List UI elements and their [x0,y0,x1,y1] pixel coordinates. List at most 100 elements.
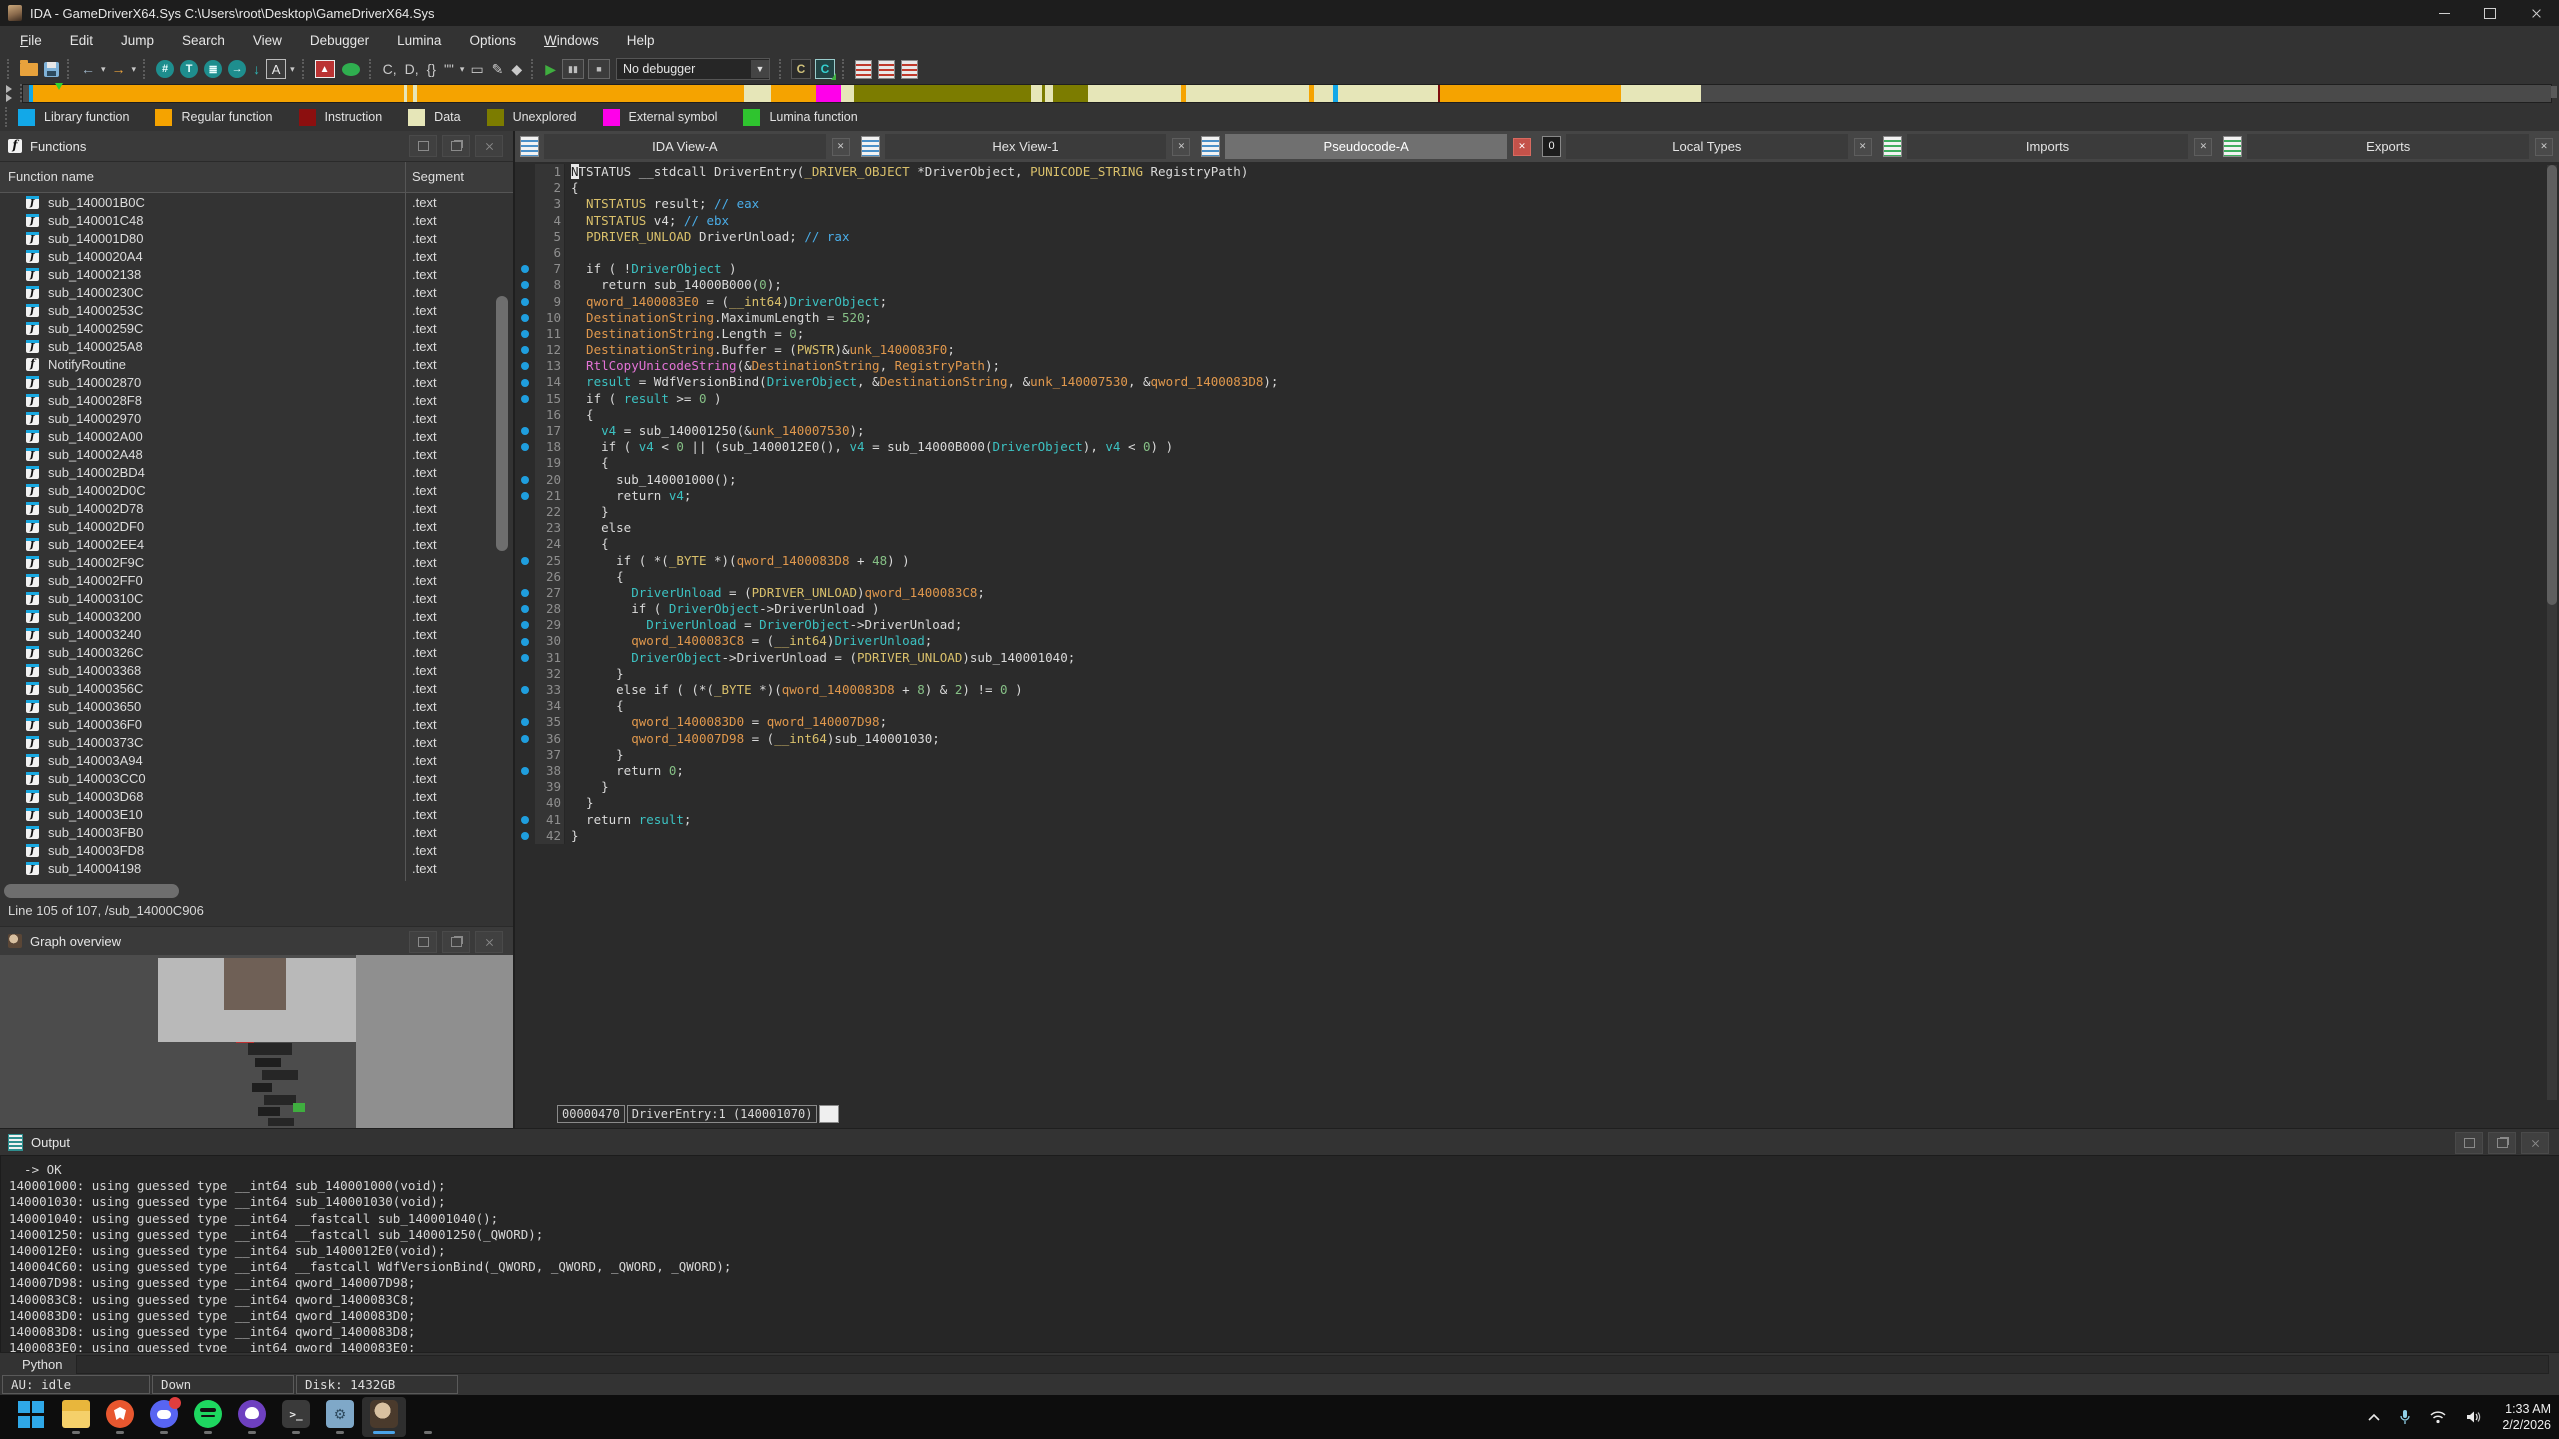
breakpoint-dot[interactable] [521,654,529,662]
navband-scroll-arrows[interactable] [4,84,22,102]
menu-item-lumina[interactable]: Lumina [383,29,455,52]
function-row[interactable]: fsub_140003FB0.text [0,823,513,841]
breakpoint-gutter[interactable] [515,714,535,730]
back-history-caret-icon[interactable]: ▾ [101,64,106,75]
tray-chevron-up-icon[interactable] [2367,1412,2381,1422]
breakpoint-gutter[interactable] [515,245,535,261]
breakpoint-gutter[interactable] [515,261,535,277]
breakpoint-gutter[interactable] [515,180,535,196]
microphone-icon[interactable] [2399,1409,2411,1425]
breakpoint-dot[interactable] [521,735,529,743]
jump-address-icon[interactable]: ↓ [253,61,260,77]
code-line[interactable]: 21 return v4; [515,488,2559,504]
breakpoint-dot[interactable] [521,395,529,403]
breakpoint-gutter[interactable] [515,358,535,374]
breakpoint-gutter[interactable] [515,164,535,180]
code-line[interactable]: 18 if ( v4 < 0 || (sub_1400012E0(), v4 =… [515,439,2559,455]
menu-item-windows[interactable]: Windows [530,29,613,52]
code-line[interactable]: 2{ [515,180,2559,196]
graph-restore-button[interactable] [409,931,437,953]
code-line[interactable]: 26 { [515,569,2559,585]
functions-column-header[interactable]: Function name Segment [0,162,513,193]
code-line[interactable]: 19 { [515,455,2559,471]
code-line[interactable]: 34 { [515,698,2559,714]
breakpoint-gutter[interactable] [515,326,535,342]
taskbar-explorer-icon[interactable] [54,1397,98,1437]
breakpoint-gutter[interactable] [515,731,535,747]
debugger-start-icon[interactable]: ▶ [545,61,556,78]
pseudocode-view[interactable]: 1NTSTATUS __stdcall DriverEntry(_DRIVER_… [515,162,2559,1102]
taskbar-clock[interactable]: 1:33 AM 2/2/2026 [2502,1401,2551,1433]
code-line[interactable]: 40 } [515,795,2559,811]
breakpoint-dot[interactable] [521,443,529,451]
code-line[interactable]: 42} [515,828,2559,844]
open-file-icon[interactable] [20,58,38,80]
function-row[interactable]: fsub_140001D80.text [0,229,513,247]
breakpoint-gutter[interactable] [515,828,535,844]
functions-float-button[interactable] [442,135,470,157]
close-button[interactable] [2513,0,2559,26]
code-line[interactable]: 25 if ( *(_BYTE *)(qword_1400083D8 + 48)… [515,553,2559,569]
code-line[interactable]: 17 v4 = sub_140001250(&unk_140007530); [515,423,2559,439]
create-string-icon[interactable]: "" [444,61,454,77]
breakpoint-gutter[interactable] [515,342,535,358]
breakpoint-dot[interactable] [521,832,529,840]
breakpoint-dot[interactable] [521,557,529,565]
function-row[interactable]: fsub_140002BD4.text [0,463,513,481]
breakpoint-gutter[interactable] [515,196,535,212]
breakpoint-gutter[interactable] [515,617,535,633]
breakpoint-gutter[interactable] [515,504,535,520]
breakpoint-gutter[interactable] [515,795,535,811]
breakpoint-gutter[interactable] [515,277,535,293]
function-row[interactable]: fsub_140003FD8.text [0,841,513,859]
code-line[interactable]: 8 return sub_14000B000(0); [515,277,2559,293]
breakpoint-gutter[interactable] [515,747,535,763]
menu-item-view[interactable]: View [239,29,296,52]
breakpoint-gutter[interactable] [515,569,535,585]
taskbar-spotify-icon[interactable] [186,1397,230,1437]
functions-horizontal-scrollbar[interactable] [4,884,179,898]
function-row[interactable]: fsub_14000356C.text [0,679,513,697]
breakpoint-gutter[interactable] [515,698,535,714]
code-line[interactable]: 36 qword_140007D98 = (__int64)sub_140001… [515,731,2559,747]
breakpoint-gutter[interactable] [515,488,535,504]
breakpoint-gutter[interactable] [515,650,535,666]
breakpoint-dot[interactable] [521,379,529,387]
breakpoint-dot[interactable] [521,589,529,597]
code-line[interactable]: 5 PDRIVER_UNLOAD DriverUnload; // rax [515,229,2559,245]
functions-restore-button[interactable] [409,135,437,157]
function-row[interactable]: fsub_140003650.text [0,697,513,715]
breakpoint-gutter[interactable] [515,812,535,828]
code-line[interactable]: 6 [515,245,2559,261]
create-struct-icon[interactable]: {} [427,61,436,77]
function-row[interactable]: fsub_140002D78.text [0,499,513,517]
breakpoint-gutter[interactable] [515,407,535,423]
function-row[interactable]: fsub_140002EE4.text [0,535,513,553]
graph-close-button[interactable] [475,931,503,953]
code-line[interactable]: 22 } [515,504,2559,520]
breakpoint-gutter[interactable] [515,229,535,245]
navband-end-handle[interactable] [2551,86,2557,98]
breakpoint-gutter[interactable] [515,536,535,552]
menu-item-file[interactable]: File [6,29,56,52]
breakpoint-dot[interactable] [521,621,529,629]
breakpoint-dot[interactable] [521,265,529,273]
breakpoint-gutter[interactable] [515,666,535,682]
function-row[interactable]: fsub_1400036F0.text [0,715,513,733]
functions-panel-header[interactable]: f Functions [0,131,513,162]
text-window-icon[interactable]: T [180,60,198,78]
breakpoint-gutter[interactable] [515,472,535,488]
debugger-pause-icon[interactable]: ▮▮ [562,59,584,79]
breakpoint-dot[interactable] [521,314,529,322]
code-line[interactable]: 3 NTSTATUS result; // eax [515,196,2559,212]
taskbar-ida-icon[interactable] [362,1397,406,1437]
wifi-icon[interactable] [2429,1410,2447,1424]
select-region-icon[interactable]: ▭ [470,61,483,78]
taskbar-system-icon[interactable]: ⚙ [318,1397,362,1437]
output-restore-button[interactable] [2455,1132,2483,1154]
breakpoint-gutter[interactable] [515,585,535,601]
breakpoint-list-icon[interactable]: ▲ [315,60,335,78]
function-row[interactable]: fsub_140003200.text [0,607,513,625]
taskbar-terminal-icon[interactable]: >_ [274,1397,318,1437]
breakpoint-dot[interactable] [521,816,529,824]
